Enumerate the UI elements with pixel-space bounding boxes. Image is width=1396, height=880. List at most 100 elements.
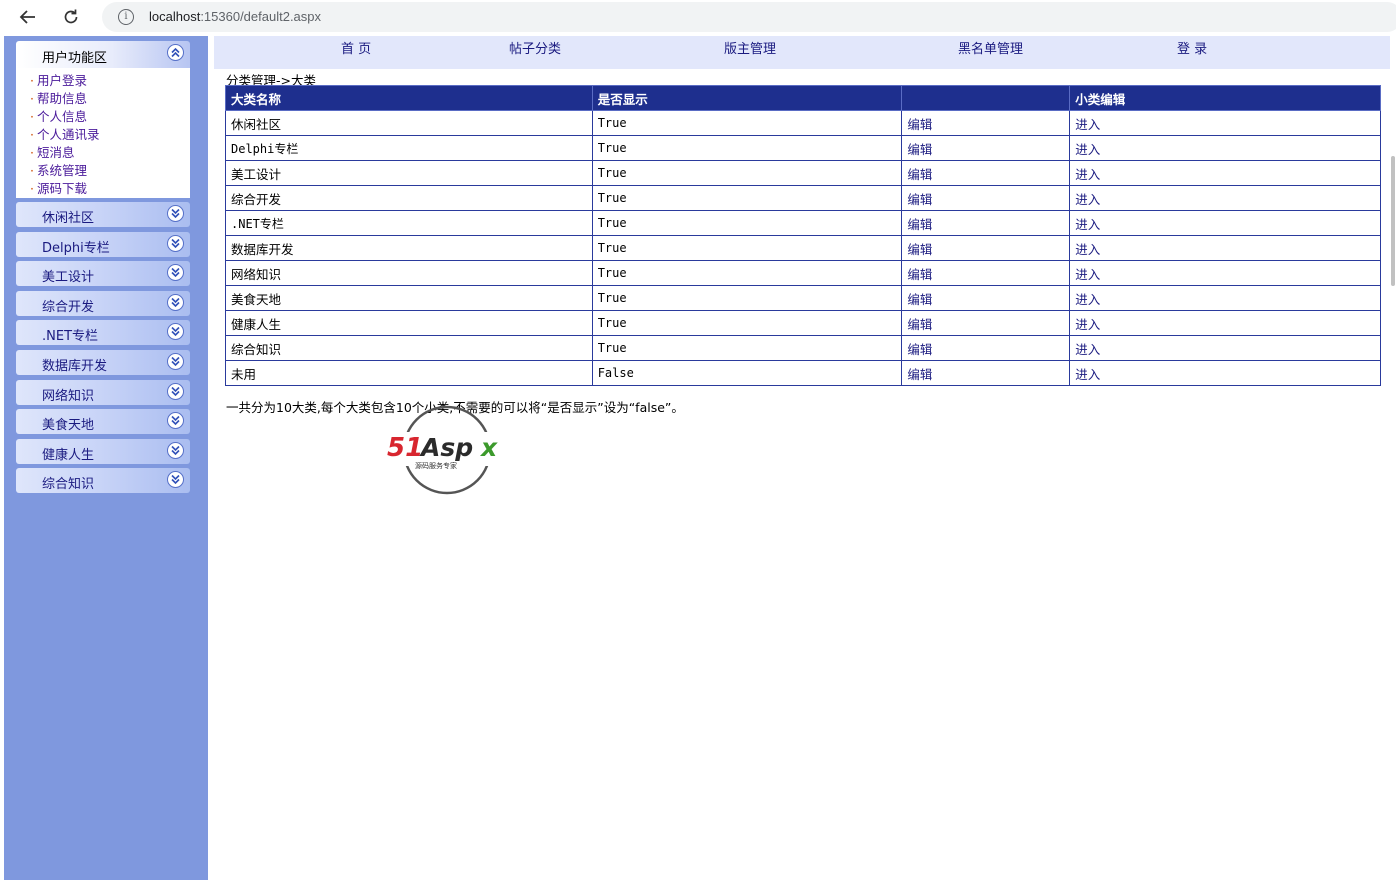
enter-link[interactable]: 进入 — [1069, 135, 1381, 161]
cell-visible: True — [591, 285, 903, 311]
chevron-down-icon[interactable] — [167, 235, 184, 252]
watermark-logo: 51 Asp x 源码服务专家 — [385, 404, 513, 496]
cell-category-name: Delphi专栏 — [225, 135, 593, 161]
cell-category-name: 数据库开发 — [225, 235, 593, 261]
sidebar-category[interactable]: 健康人生 — [16, 439, 190, 464]
sidebar-item-contacts[interactable]: · 个人通讯录 — [30, 126, 190, 144]
chevron-down-icon[interactable] — [167, 205, 184, 222]
sidebar-item-admin[interactable]: · 系统管理 — [30, 162, 190, 180]
sidebar-category[interactable]: 美食天地 — [16, 409, 190, 434]
sidebar: 用户功能区 · 用户登录 · 帮助信息 · 个人信息 · 个人通讯录 · 短消息 · 系统管… — [4, 36, 208, 880]
chevron-down-icon[interactable] — [167, 264, 184, 281]
info-icon[interactable]: i — [118, 9, 134, 25]
table-row: 数据库开发 True 编辑 进入 — [225, 235, 1381, 261]
table-row: 美食天地 True 编辑 进入 — [225, 285, 1381, 311]
browser-toolbar: i localhost:15360/default2.aspx — [0, 0, 1396, 35]
cell-visible: True — [591, 335, 903, 361]
enter-link[interactable]: 进入 — [1069, 185, 1381, 211]
nav-moderators[interactable]: 版主管理 — [724, 38, 776, 57]
edit-link[interactable]: 编辑 — [901, 260, 1071, 286]
edit-link[interactable]: 编辑 — [901, 235, 1071, 261]
table-header-row: 大类名称 是否显示 小类编辑 — [225, 85, 1381, 111]
reload-button[interactable] — [57, 4, 85, 30]
edit-link[interactable]: 编辑 — [901, 135, 1071, 161]
sidebar-item-help[interactable]: · 帮助信息 — [30, 90, 190, 108]
address-bar[interactable]: i localhost:15360/default2.aspx — [102, 2, 1396, 32]
reload-icon — [64, 9, 78, 24]
sidebar-category[interactable]: Delphi专栏 — [16, 232, 190, 257]
url-path: :15360/default2.aspx — [200, 9, 322, 24]
collapse-icon[interactable] — [167, 44, 184, 61]
top-nav: 首 页 帖子分类 版主管理 黑名单管理 登 录 — [214, 36, 1390, 69]
cell-category-name: 未用 — [225, 360, 593, 386]
sidebar-category[interactable]: 美工设计 — [16, 261, 190, 286]
vertical-scrollbar[interactable] — [1390, 36, 1396, 880]
table-row: 美工设计 True 编辑 进入 — [225, 160, 1381, 186]
edit-link[interactable]: 编辑 — [901, 285, 1071, 311]
edit-link[interactable]: 编辑 — [901, 335, 1071, 361]
url-host: localhost — [149, 9, 201, 24]
edit-link[interactable]: 编辑 — [901, 110, 1071, 136]
table-row: 健康人生 True 编辑 进入 — [225, 310, 1381, 336]
edit-link[interactable]: 编辑 — [901, 160, 1071, 186]
category-table: 大类名称 是否显示 小类编辑 休闲社区 True 编辑 进入 Delphi专栏 True… — [225, 85, 1381, 386]
cell-category-name: 美食天地 — [225, 285, 593, 311]
sidebar-category[interactable]: 综合开发 — [16, 291, 190, 316]
nav-blacklist[interactable]: 黑名单管理 — [958, 38, 1023, 57]
enter-link[interactable]: 进入 — [1069, 335, 1381, 361]
cell-category-name: 健康人生 — [225, 310, 593, 336]
nav-login[interactable]: 登 录 — [1177, 38, 1207, 57]
sidebar-category[interactable]: 网络知识 — [16, 380, 190, 405]
sidebar-category[interactable]: 休闲社区 — [16, 202, 190, 227]
chevron-down-icon[interactable] — [167, 383, 184, 400]
cell-category-name: 网络知识 — [225, 260, 593, 286]
sidebar-item-messages[interactable]: · 短消息 — [30, 144, 190, 162]
back-button[interactable] — [14, 4, 42, 30]
table-row: 综合知识 True 编辑 进入 — [225, 335, 1381, 361]
edit-link[interactable]: 编辑 — [901, 360, 1071, 386]
cell-visible: True — [591, 110, 903, 136]
enter-link[interactable]: 进入 — [1069, 160, 1381, 186]
chevron-down-icon[interactable] — [167, 471, 184, 488]
chevron-down-icon[interactable] — [167, 442, 184, 459]
sidebar-item-download[interactable]: · 源码下载 — [30, 180, 190, 198]
chevron-down-icon[interactable] — [167, 412, 184, 429]
nav-post-categories[interactable]: 帖子分类 — [509, 38, 561, 57]
enter-link[interactable]: 进入 — [1069, 260, 1381, 286]
scrollbar-thumb[interactable] — [1391, 156, 1395, 286]
chevron-down-icon[interactable] — [167, 353, 184, 370]
enter-link[interactable]: 进入 — [1069, 110, 1381, 136]
sidebar-item-login[interactable]: · 用户登录 — [30, 72, 190, 90]
sidebar-category[interactable]: 综合知识 — [16, 468, 190, 493]
sidebar-category[interactable]: .NET专栏 — [16, 320, 190, 345]
edit-link[interactable]: 编辑 — [901, 185, 1071, 211]
enter-link[interactable]: 进入 — [1069, 360, 1381, 386]
chevron-down-icon[interactable] — [167, 294, 184, 311]
column-header-visible: 是否显示 — [591, 85, 903, 111]
cell-category-name: 美工设计 — [225, 160, 593, 186]
column-header-edit — [901, 85, 1071, 111]
sidebar-category[interactable]: 数据库开发 — [16, 350, 190, 375]
user-panel-header[interactable]: 用户功能区 — [16, 41, 190, 68]
logo-51aspx-icon: 51 Asp x 源码服务专家 — [385, 405, 513, 495]
nav-home[interactable]: 首 页 — [341, 38, 371, 57]
table-row: .NET专栏 True 编辑 进入 — [225, 210, 1381, 236]
enter-link[interactable]: 进入 — [1069, 285, 1381, 311]
url-text[interactable]: localhost:15360/default2.aspx — [149, 9, 321, 24]
cell-visible: True — [591, 185, 903, 211]
cell-category-name: 综合开发 — [225, 185, 593, 211]
table-row: 休闲社区 True 编辑 进入 — [225, 110, 1381, 136]
sidebar-item-profile[interactable]: · 个人信息 — [30, 108, 190, 126]
table-row: Delphi专栏 True 编辑 进入 — [225, 135, 1381, 161]
svg-text:x: x — [479, 433, 498, 462]
cell-visible: True — [591, 260, 903, 286]
edit-link[interactable]: 编辑 — [901, 210, 1071, 236]
chevron-down-icon[interactable] — [167, 323, 184, 340]
edit-link[interactable]: 编辑 — [901, 310, 1071, 336]
enter-link[interactable]: 进入 — [1069, 235, 1381, 261]
enter-link[interactable]: 进入 — [1069, 310, 1381, 336]
cell-visible: True — [591, 210, 903, 236]
svg-text:Asp: Asp — [419, 433, 473, 462]
svg-text:51: 51 — [387, 433, 423, 463]
enter-link[interactable]: 进入 — [1069, 210, 1381, 236]
